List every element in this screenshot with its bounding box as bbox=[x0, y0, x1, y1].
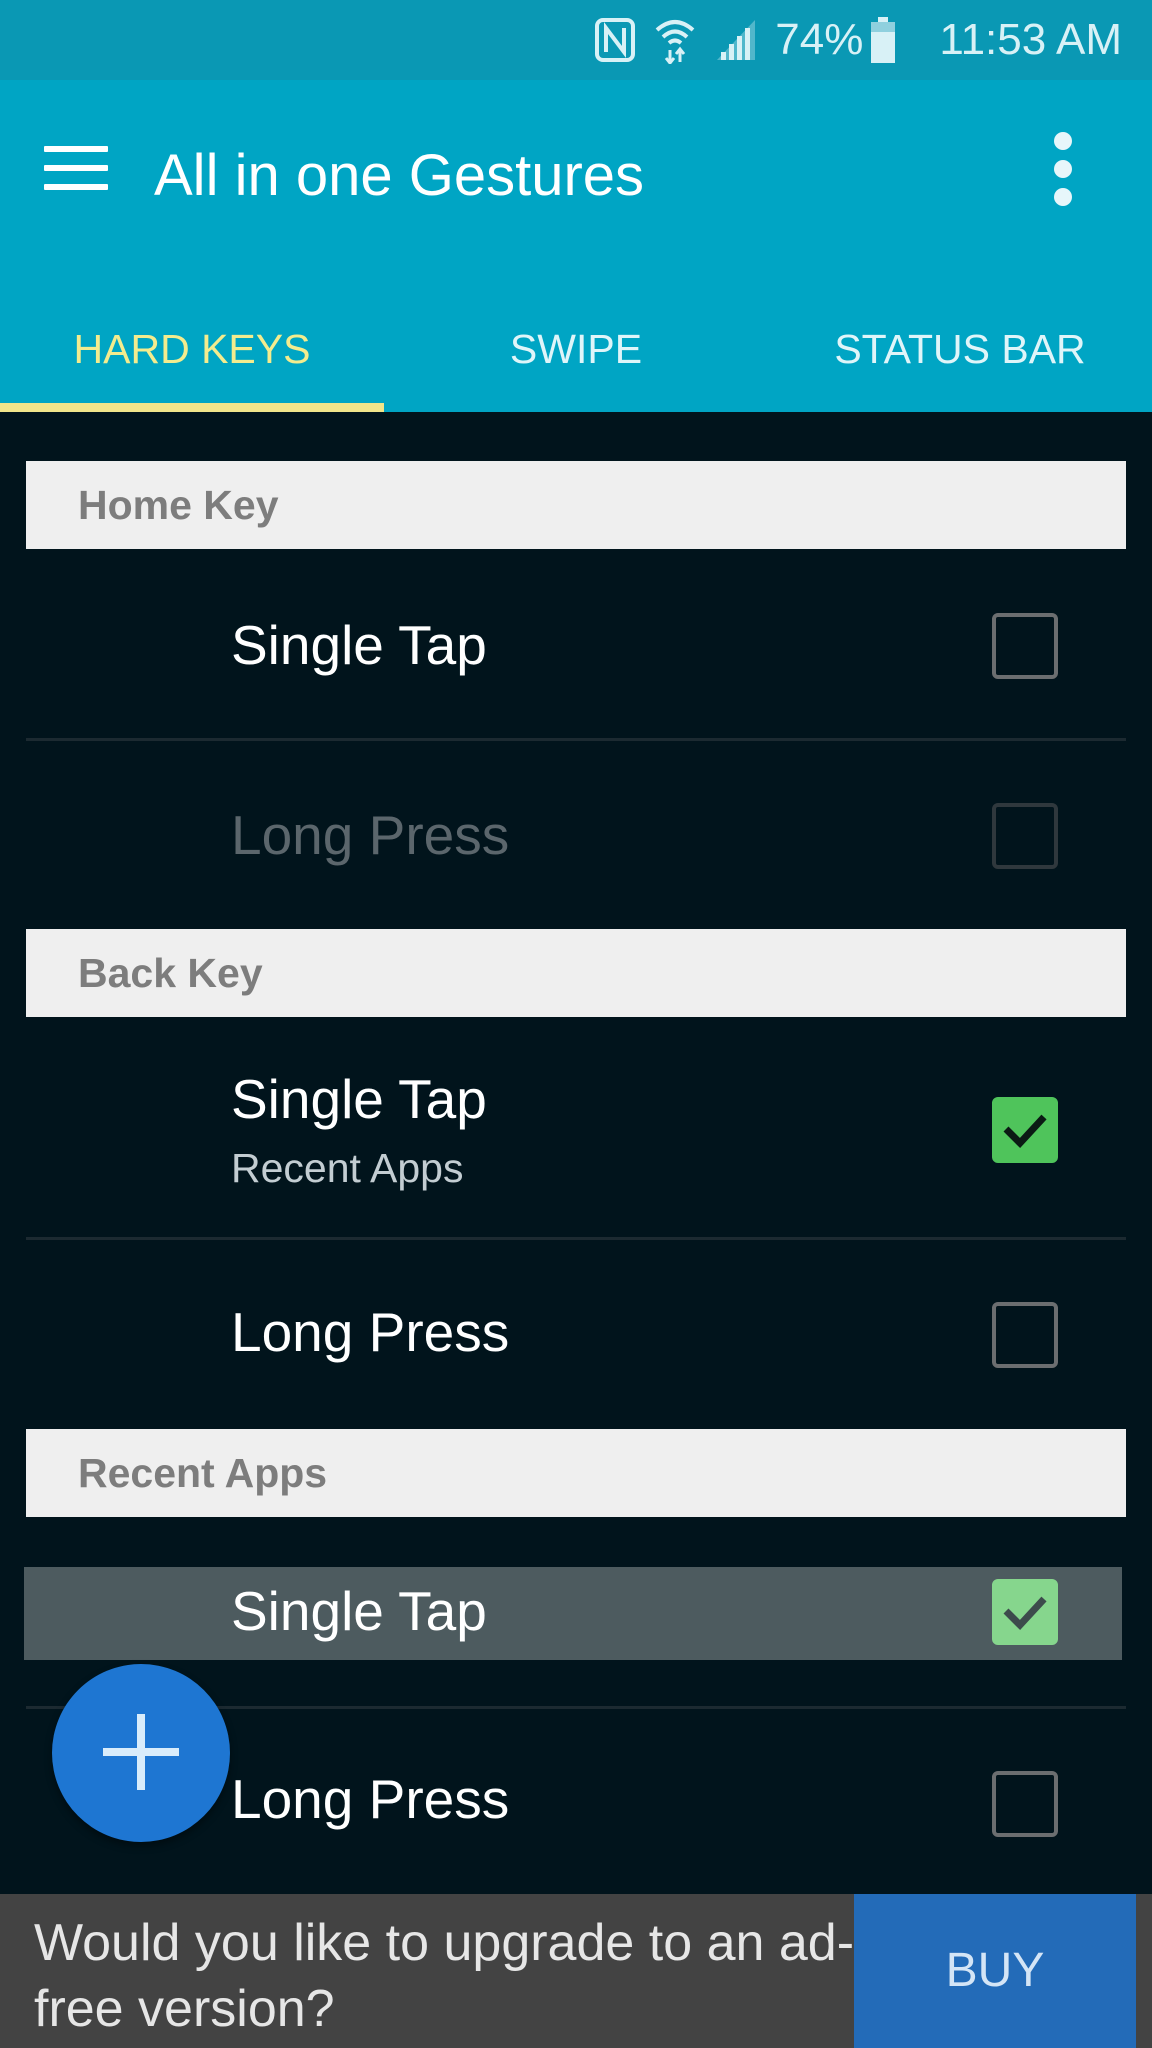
item-label: Single Tap bbox=[231, 614, 487, 676]
checkbox-home-long-press[interactable] bbox=[992, 803, 1058, 869]
tab-bar: HARD KEYS SWIPE STATUS BAR bbox=[0, 295, 1152, 403]
status-bar: 74% 11:53 AM bbox=[0, 0, 1152, 80]
banner-text: Would you like to upgrade to an ad-free … bbox=[34, 1914, 855, 2038]
clock: 11:53 AM bbox=[939, 15, 1122, 64]
app-bar: All in one Gestures HARD KEYS SWIPE STAT… bbox=[0, 80, 1152, 412]
checkbox-back-single-tap[interactable] bbox=[992, 1097, 1058, 1163]
nfc-icon bbox=[595, 18, 636, 62]
upgrade-banner: Would you like to upgrade to an ad-free … bbox=[0, 1894, 1152, 2048]
section-header-recent-apps: Recent Apps bbox=[26, 1429, 1126, 1517]
wifi-icon bbox=[653, 16, 697, 64]
item-label: Long Press bbox=[231, 1768, 510, 1830]
list-item-back-single-tap[interactable]: Single Tap Recent Apps bbox=[26, 1017, 1126, 1237]
item-label: Long Press bbox=[231, 804, 510, 866]
checkbox-recent-long-press[interactable] bbox=[992, 1771, 1058, 1837]
list-item-home-long-press[interactable]: Long Press bbox=[26, 741, 1126, 929]
battery-percent: 74% bbox=[775, 15, 864, 64]
tab-indicator bbox=[0, 403, 384, 412]
tab-status-bar[interactable]: STATUS BAR bbox=[768, 295, 1152, 403]
section-header-home-key: Home Key bbox=[26, 461, 1126, 549]
item-label: Single Tap bbox=[231, 1068, 487, 1130]
check-icon bbox=[1003, 1114, 1047, 1149]
item-label: Single Tap bbox=[231, 1580, 487, 1642]
list-item-back-long-press[interactable]: Long Press bbox=[26, 1240, 1126, 1428]
section-header-back-key: Back Key bbox=[26, 929, 1126, 1017]
checkbox-home-single-tap[interactable] bbox=[992, 613, 1058, 679]
list-item-recent-single-tap[interactable]: Single Tap bbox=[24, 1567, 1122, 1660]
item-sublabel: Recent Apps bbox=[231, 1145, 464, 1191]
app-title: All in one Gestures bbox=[154, 143, 645, 208]
checkbox-back-long-press[interactable] bbox=[992, 1302, 1058, 1368]
check-icon bbox=[1003, 1596, 1047, 1631]
tab-swipe[interactable]: SWIPE bbox=[384, 295, 768, 403]
signal-icon bbox=[715, 18, 757, 62]
hamburger-menu-icon[interactable] bbox=[44, 146, 108, 202]
battery-icon bbox=[871, 17, 896, 63]
list-item-home-single-tap[interactable]: Single Tap bbox=[26, 549, 1126, 739]
checkbox-recent-single-tap[interactable] bbox=[992, 1579, 1058, 1645]
tab-hard-keys[interactable]: HARD KEYS bbox=[0, 295, 384, 403]
buy-button[interactable]: BUY bbox=[854, 1894, 1136, 2048]
item-label: Long Press bbox=[231, 1301, 510, 1363]
add-fab-button[interactable] bbox=[52, 1664, 230, 1842]
more-vert-icon[interactable] bbox=[1044, 132, 1082, 210]
